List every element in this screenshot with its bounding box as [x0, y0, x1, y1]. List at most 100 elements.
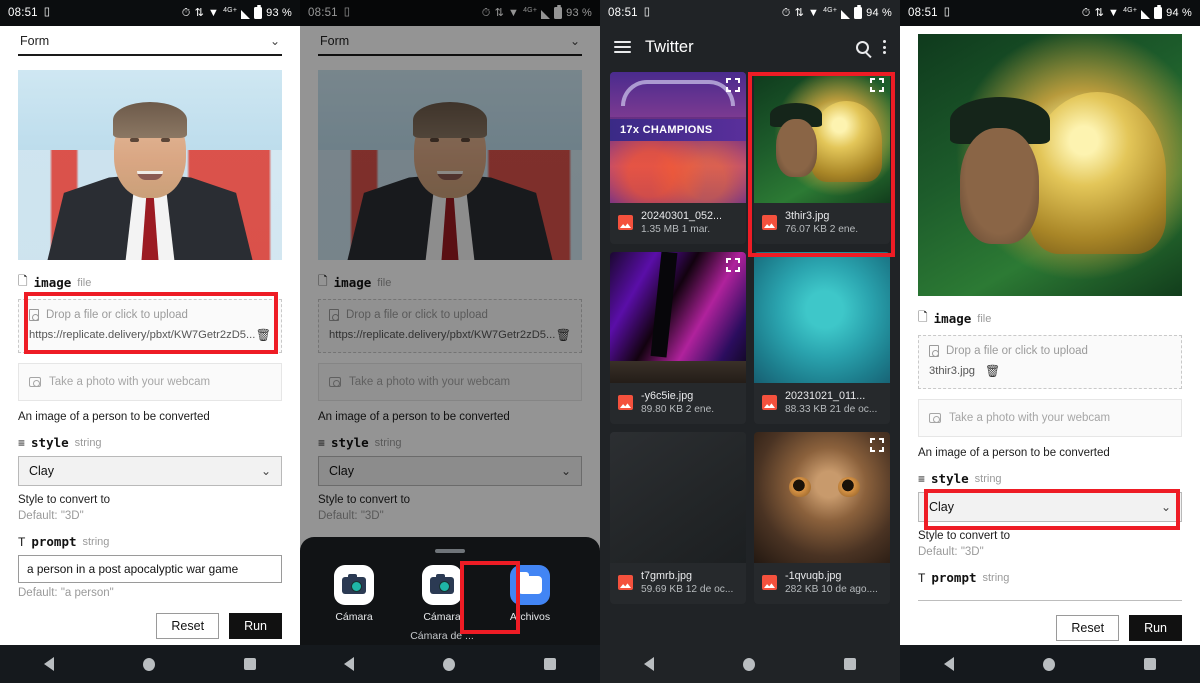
field-type: string [82, 535, 110, 548]
nav-home-icon[interactable] [442, 657, 455, 671]
network-type-label: 4G+ [823, 6, 838, 14]
style-field-label: ≡ style string [918, 471, 1182, 486]
nav-recents-icon[interactable] [1143, 658, 1156, 670]
battery-percent: 93 % [266, 7, 292, 19]
file-name: -1qvuqb.jpg [785, 570, 842, 582]
text-icon: T [18, 534, 26, 549]
reset-button[interactable]: Reset [1056, 615, 1120, 641]
panel-files-picker: 08:51 ▯ ⏱ ⇅ ▼ 4G+ 94 % Twitter 17x CHAMP… [600, 0, 900, 683]
image-helper-text: An image of a person to be converted [918, 447, 1110, 459]
style-select[interactable]: Clay ⌄ [918, 492, 1182, 522]
image-file-icon [618, 215, 633, 230]
run-button[interactable]: Run [229, 613, 282, 639]
network-type-label: 4G+ [223, 6, 238, 14]
battery-icon [1154, 5, 1163, 19]
file-thumbnail [610, 432, 746, 563]
expand-icon[interactable] [726, 78, 740, 92]
files-grid: 17x CHAMPIONS 20240301_052... 1.35 MB 1 … [600, 68, 900, 608]
prompt-input[interactable]: a person in a post apocalyptic war game [18, 555, 282, 583]
nav-recents-icon[interactable] [243, 658, 256, 670]
image-dropzone[interactable]: Drop a file or click to upload 3thir3.jp… [918, 335, 1182, 389]
file-meta: 88.33 KB 21 de oc... [785, 404, 878, 415]
vibrate-icon: ▯ [43, 6, 51, 19]
image-file-icon [618, 395, 633, 410]
hamburger-icon[interactable] [614, 41, 631, 53]
field-type: string [974, 472, 1002, 485]
app-camera-2[interactable]: Cámara Cámara de ... [410, 565, 474, 642]
nav-home-icon[interactable] [742, 657, 755, 671]
sheet-drag-handle[interactable] [435, 549, 465, 553]
field-name: image [933, 311, 972, 326]
vibrate-icon: ▯ [643, 6, 651, 19]
files-app: Twitter 17x CHAMPIONS 20240301_052... 1.… [600, 26, 900, 645]
image-field-label: 🗋 image file [918, 308, 1182, 329]
kebab-icon[interactable] [883, 40, 886, 54]
prompt-field-label: T prompt string [18, 534, 282, 549]
expand-icon[interactable] [870, 438, 884, 452]
preview-image-trophy [918, 34, 1182, 296]
image-file-icon [762, 215, 777, 230]
field-type: file [77, 276, 92, 289]
app-camera-1[interactable]: Cámara [322, 565, 386, 642]
field-name: prompt [31, 534, 77, 549]
webcam-button[interactable]: Take a photo with your webcam [18, 363, 282, 401]
nav-back-icon[interactable] [344, 657, 355, 671]
nav-back-icon[interactable] [44, 657, 55, 671]
field-name: prompt [931, 570, 977, 585]
nav-home-icon[interactable] [142, 657, 155, 671]
style-helper-text: Style to convert to [18, 494, 111, 506]
file-thumbnail [754, 252, 890, 383]
panel-replicate-form-initial: 08:51 ▯ ⏱ ⇅ ▼ 4G+ 93 % Form ⌄ 🗋 image fi… [0, 0, 300, 683]
file-card[interactable]: t7gmrb.jpg 59.69 KB 12 de oc... [610, 432, 746, 604]
file-card[interactable]: 3thir3.jpg 76.07 KB 2 ene. [754, 72, 890, 244]
trash-icon[interactable]: 🗑 [256, 328, 271, 342]
prompt-input[interactable] [918, 591, 1182, 601]
files-title: Twitter [645, 37, 694, 56]
app-archivos[interactable]: Archivos [498, 565, 562, 642]
trash-icon[interactable]: 🗑 [985, 364, 1000, 378]
wifi-icon: ▼ [808, 6, 820, 19]
webcam-label: Take a photo with your webcam [949, 412, 1111, 424]
reset-button[interactable]: Reset [156, 613, 220, 639]
screenshot-stage: 08:51 ▯ ⏱ ⇅ ▼ 4G+ 93 % Form ⌄ 🗋 image fi… [0, 0, 1200, 683]
form-mode-select[interactable]: Form ⌄ [18, 26, 282, 54]
battery-icon [254, 5, 263, 19]
file-card[interactable]: -1qvuqb.jpg 282 KB 10 de ago.... [754, 432, 890, 604]
android-nav-bar [300, 645, 600, 683]
style-select[interactable]: Clay ⌄ [18, 456, 282, 486]
file-thumbnail: 17x CHAMPIONS [610, 72, 746, 203]
file-card[interactable]: 17x CHAMPIONS 20240301_052... 1.35 MB 1 … [610, 72, 746, 244]
expand-icon[interactable] [870, 78, 884, 92]
file-meta: 59.69 KB 12 de oc... [641, 584, 734, 595]
replicate-form: Form ⌄ 🗋 image file Drop a file or click… [0, 26, 300, 645]
battery-percent: 94 % [866, 7, 892, 19]
file-name: 20231021_011... [785, 390, 866, 402]
sync-icon: ⇅ [794, 6, 804, 19]
status-time: 08:51 [8, 7, 38, 19]
alarm-icon: ⏱ [181, 6, 191, 19]
android-nav-bar [600, 645, 900, 683]
nav-back-icon[interactable] [644, 657, 655, 671]
file-card[interactable]: 20231021_011... 88.33 KB 21 de oc... [754, 252, 890, 424]
nav-back-icon[interactable] [944, 657, 955, 671]
nav-home-icon[interactable] [1042, 657, 1055, 671]
nav-recents-icon[interactable] [543, 658, 556, 670]
sync-icon: ⇅ [194, 6, 204, 19]
file-meta: 76.07 KB 2 ene. [785, 224, 859, 235]
prompt-default-text: Default: "a person" [18, 587, 114, 599]
expand-icon[interactable] [726, 258, 740, 272]
run-button[interactable]: Run [1129, 615, 1182, 641]
image-dropzone[interactable]: Drop a file or click to upload https://r… [18, 299, 282, 353]
dropzone-label: Drop a file or click to upload [946, 345, 1088, 357]
form-mode-label: Form [20, 34, 50, 48]
app-chooser-sheet: Cámara Cámara Cámara de ... Archivos [300, 537, 600, 645]
prompt-field-label: T prompt string [918, 570, 1182, 585]
file-meta: 89.80 KB 2 ene. [641, 404, 715, 415]
wifi-icon: ▼ [1108, 6, 1120, 19]
upload-doc-icon [929, 345, 939, 357]
battery-icon [854, 5, 863, 19]
nav-recents-icon[interactable] [843, 658, 856, 670]
webcam-button[interactable]: Take a photo with your webcam [918, 399, 1182, 437]
file-card[interactable]: -y6c5ie.jpg 89.80 KB 2 ene. [610, 252, 746, 424]
search-icon[interactable] [856, 40, 869, 54]
